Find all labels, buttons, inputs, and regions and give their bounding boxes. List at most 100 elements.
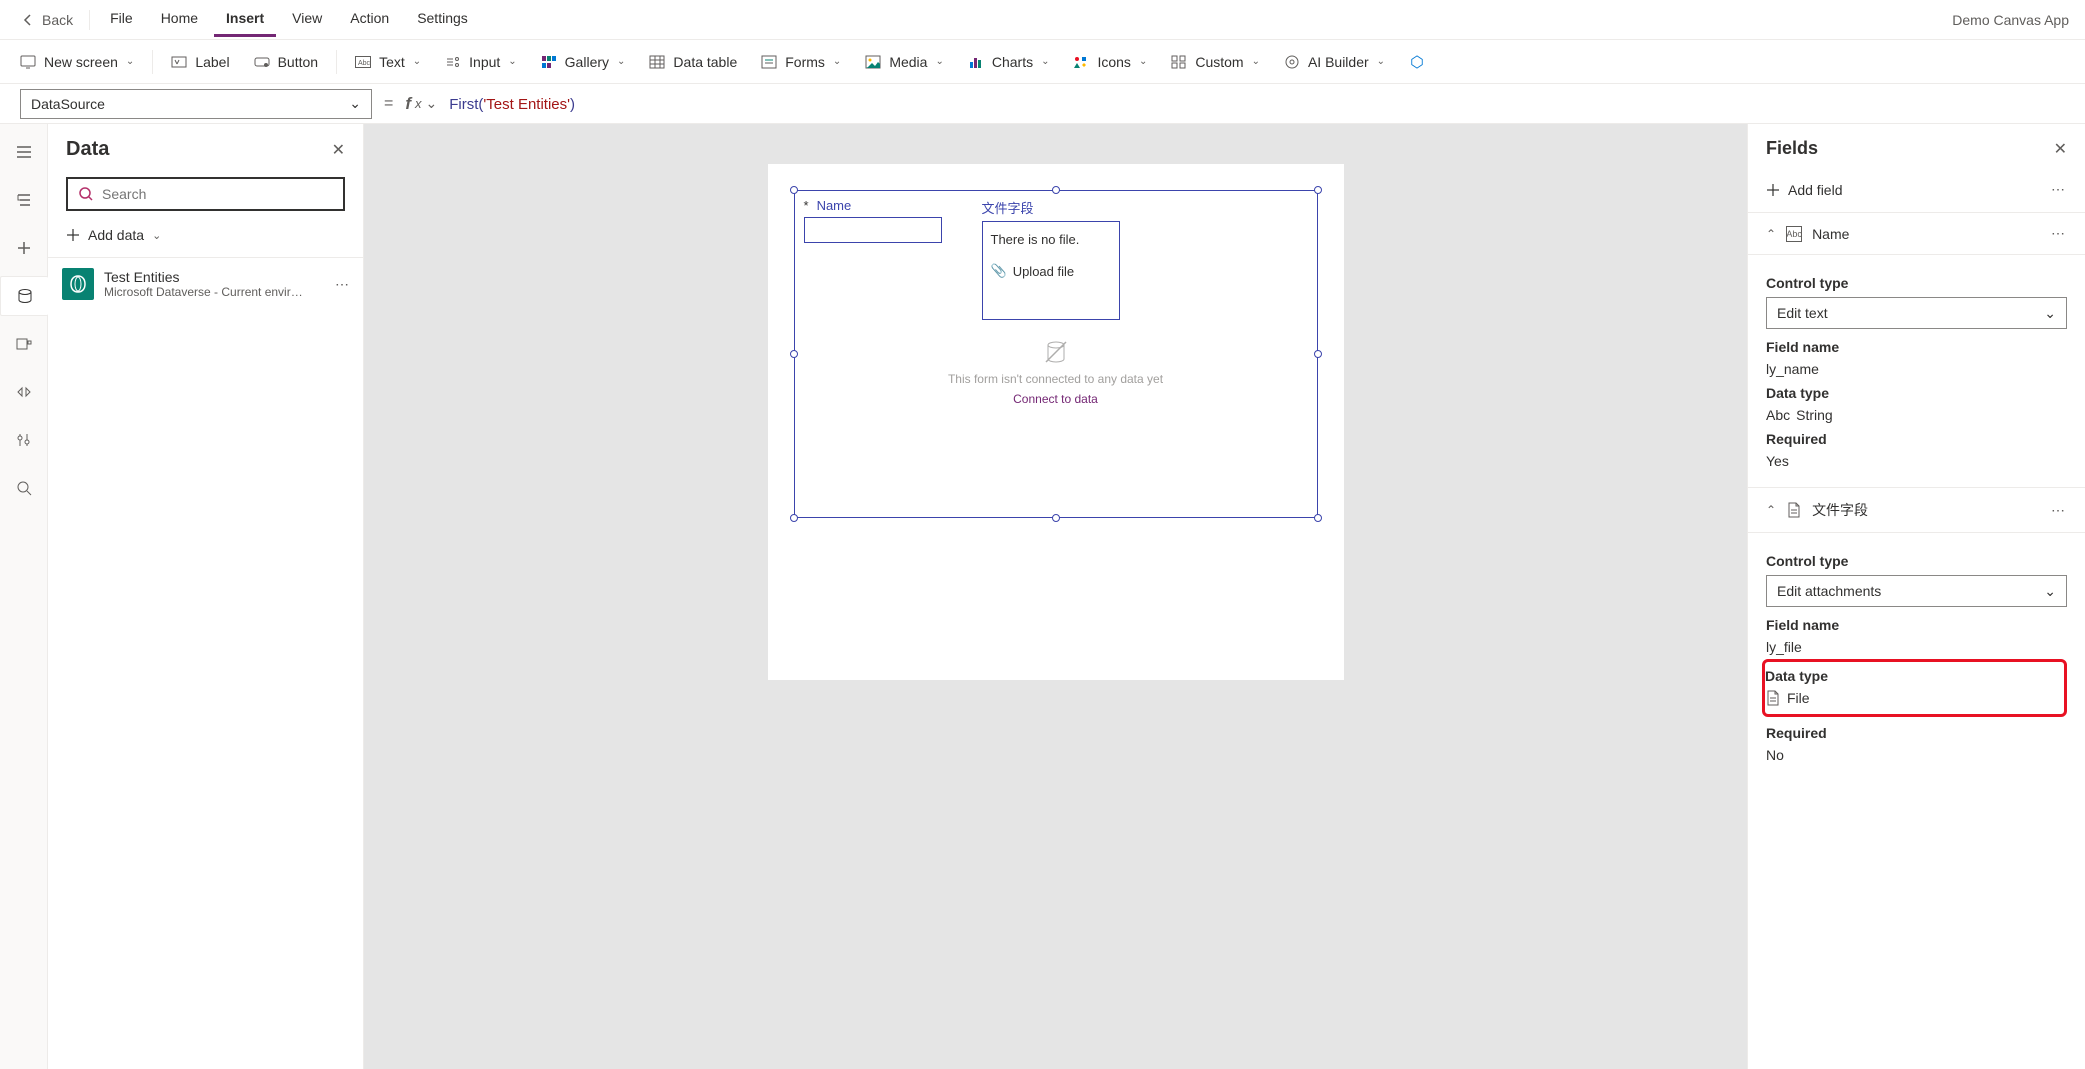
data-type-label: Data type [1765,668,2056,684]
field-display-name: 文件字段 [1812,500,1868,520]
media-button[interactable]: Media ⌄ [855,48,954,76]
back-label: Back [42,12,73,28]
canvas-area[interactable]: *Name 文件字段 There is no file. 📎 Upload fi… [364,124,1747,1069]
button-label: Button [278,54,318,70]
add-data-button[interactable]: Add data ⌄ [48,217,363,253]
resize-handle[interactable] [790,514,798,522]
custom-button[interactable]: Custom ⌄ [1161,48,1270,76]
more-icon[interactable]: ⋯ [335,276,349,293]
more-icon[interactable]: ⋯ [2051,225,2067,242]
datasource-item[interactable]: Test Entities Microsoft Dataverse - Curr… [48,258,363,310]
required-value: Yes [1766,453,2067,469]
rail-flows[interactable] [4,372,44,412]
resize-handle[interactable] [1052,186,1060,194]
rail-advanced[interactable] [4,420,44,460]
resize-handle[interactable] [790,186,798,194]
mixed-reality-icon [1409,54,1425,70]
button-button[interactable]: Button [244,48,328,76]
top-menu: Back File Home Insert View Action Settin… [0,0,2085,40]
field-name-value: ly_file [1766,639,2067,655]
control-type-value: Edit text [1777,305,1828,321]
rail-hamburger[interactable] [4,132,44,172]
new-screen-button[interactable]: New screen ⌄ [10,48,144,76]
field-card-body-file: Control type Edit attachments ⌄ Field na… [1748,533,2085,781]
canvas[interactable]: *Name 文件字段 There is no file. 📎 Upload fi… [768,164,1344,680]
text-button[interactable]: Abc Text ⌄ [345,48,431,76]
control-type-value: Edit attachments [1777,583,1881,599]
file-attachment-box[interactable]: There is no file. 📎 Upload file [982,221,1120,320]
input-button[interactable]: Input ⌄ [435,48,527,76]
tab-view[interactable]: View [280,2,334,37]
required-label: Required [1766,725,2067,741]
left-rail [0,124,48,1069]
formula-input[interactable]: First('Test Entities') [449,95,2065,113]
close-icon[interactable]: ✕ [2054,139,2067,159]
main-area: Data ✕ Add data ⌄ Test Entities Microsof… [0,124,2085,1069]
field-card-body-name: Control type Edit text ⌄ Field name ly_n… [1748,255,2085,487]
ai-builder-label: AI Builder [1308,54,1369,70]
forms-button[interactable]: Forms ⌄ [751,48,851,76]
resize-handle[interactable] [1314,514,1322,522]
rail-data[interactable] [0,276,48,316]
property-selector[interactable]: DataSource ⌄ [20,89,372,119]
control-type-select[interactable]: Edit text ⌄ [1766,297,2067,329]
fx-icon[interactable]: fx ⌄ [405,94,437,114]
search-box[interactable] [66,177,345,211]
empty-message: This form isn't connected to any data ye… [948,372,1163,386]
ai-builder-button[interactable]: AI Builder ⌄ [1274,48,1395,76]
new-screen-label: New screen [44,54,118,70]
name-field-card[interactable]: *Name [804,198,942,320]
charts-button[interactable]: Charts ⌄ [958,48,1060,76]
field-name-value: ly_name [1766,361,2067,377]
data-table-label: Data table [673,54,737,70]
tab-action[interactable]: Action [338,2,401,37]
back-arrow-icon [20,12,36,28]
database-slash-icon [1042,338,1070,366]
more-icon[interactable]: ⋯ [2051,502,2067,519]
form-control[interactable]: *Name 文件字段 There is no file. 📎 Upload fi… [794,190,1318,518]
control-type-select[interactable]: Edit attachments ⌄ [1766,575,2067,607]
screen-icon [20,54,36,70]
data-type-value: File [1765,690,2056,706]
resize-handle[interactable] [1052,514,1060,522]
field-card-header-name[interactable]: ⌃ Abc Name ⋯ [1748,212,2085,255]
close-icon[interactable]: ✕ [332,140,345,160]
field-card-header-file[interactable]: ⌃ 文件字段 ⋯ [1748,487,2085,533]
rail-media[interactable] [4,324,44,364]
rail-insert[interactable] [4,228,44,268]
required-label: Required [1766,431,2067,447]
rail-tree-view[interactable] [4,180,44,220]
data-table-button[interactable]: Data table [639,48,747,76]
forms-icon [761,54,777,70]
separator [336,50,337,74]
separator [89,10,90,30]
more-icon[interactable]: ⋯ [2051,181,2067,198]
gallery-button[interactable]: Gallery ⌄ [531,48,636,76]
upload-file-button[interactable]: 📎 Upload file [991,263,1111,279]
chevron-down-icon: ⌄ [1139,56,1147,67]
mixed-reality-button[interactable] [1399,48,1425,76]
label-button[interactable]: Label [161,48,239,76]
file-field-card[interactable]: 文件字段 There is no file. 📎 Upload file [982,198,1120,320]
text-type-icon: Abc [1786,226,1802,242]
search-input[interactable] [102,186,333,202]
connect-to-data-link[interactable]: Connect to data [1013,392,1098,406]
dataverse-icon [62,268,94,300]
tab-file[interactable]: File [98,2,145,37]
tab-home[interactable]: Home [149,2,210,37]
add-field-button[interactable]: Add field [1766,182,1842,198]
highlight-annotation: Data type File [1762,659,2067,717]
app-name: Demo Canvas App [1952,12,2073,28]
datasource-subtitle: Microsoft Dataverse - Current environm..… [104,285,304,299]
chevron-up-icon: ⌃ [1766,503,1776,517]
resize-handle[interactable] [1314,186,1322,194]
menu-tabs: File Home Insert View Action Settings [98,2,480,37]
name-input[interactable] [804,217,942,243]
add-field-label: Add field [1788,182,1842,198]
tab-settings[interactable]: Settings [405,2,480,37]
icons-button[interactable]: Icons ⌄ [1063,48,1157,76]
icons-label: Icons [1097,54,1130,70]
tab-insert[interactable]: Insert [214,2,276,37]
rail-search[interactable] [4,468,44,508]
back-button[interactable]: Back [12,12,81,28]
